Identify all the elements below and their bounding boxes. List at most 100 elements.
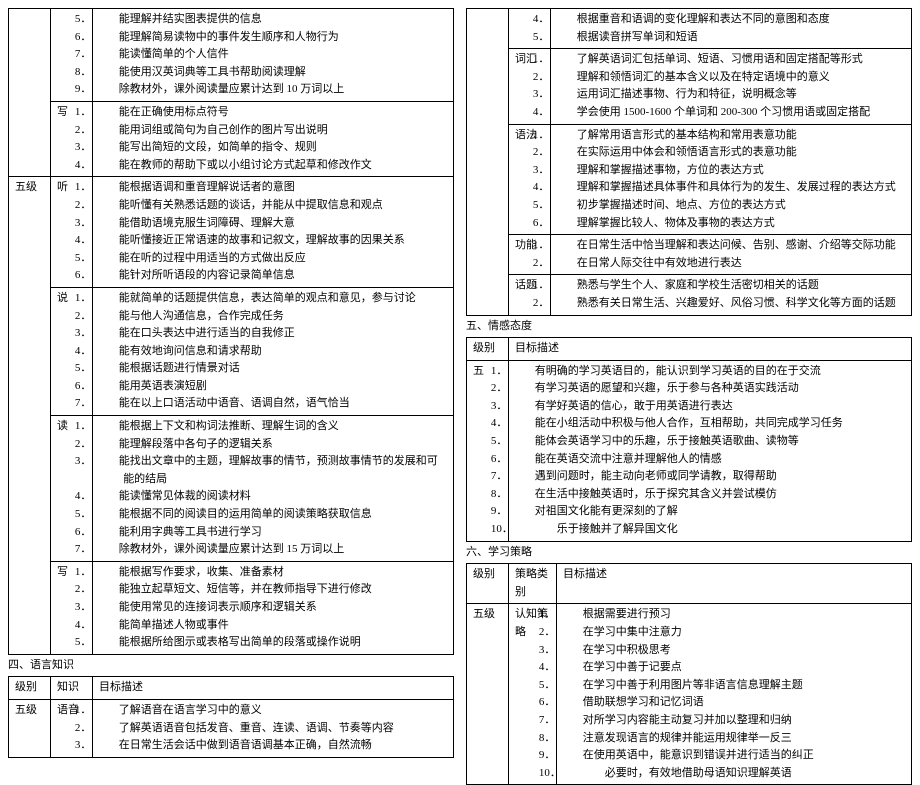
list-item: 5．能根据不同的阅读目的运用简单的阅读策略获取信息 — [99, 506, 447, 524]
desc-cell: 5．能理解并结实图表提供的信息6．能理解简易读物中的事件发生顺序和人物行为7．能… — [93, 9, 454, 102]
list-item: 2．在学习中集中注意力 — [563, 624, 905, 642]
list-item: 1．能就简单的话题提供信息，表达简单的观点和意见，参与讨论 — [99, 290, 447, 308]
list-item: 6．能在英语交流中注意并理解他人的情感 — [515, 451, 905, 469]
list-item: 3．能在口头表达中进行适当的自我修正 — [99, 325, 447, 343]
list-item: 1．了解英语词汇包括单词、短语、习惯用语和固定搭配等形式 — [557, 51, 905, 69]
list-item: 1．能根据写作要求，收集、准备素材 — [99, 564, 447, 582]
right-top-table: 4．根据重音和语调的变化理解和表达不同的意图和态度5．根据读音拼写单词和短语 词… — [466, 8, 912, 316]
desc-cell: 1．能在正确使用标点符号2．能用词组或简句为自己创作的图片写出说明3．能写出简短… — [93, 101, 454, 176]
list-item: 2．能独立起草短文、短信等，并在教师指导下进行修改 — [99, 581, 447, 599]
level-five: 五级 — [9, 177, 51, 654]
list-item: 3．能找出文章中的主题，理解故事的情节，预测故事情节的发展和可能的结局 — [99, 453, 447, 488]
list-item: 9．对祖国文化能有更深刻的了解 — [515, 503, 905, 521]
list-item: 1．了解常用语言形式的基本结构和常用表意功能 — [557, 127, 905, 145]
list-item: 8．能使用汉英词典等工具书帮助阅读理解 — [99, 64, 447, 82]
list-item: 6．借助联想学习和记忆词语 — [563, 694, 905, 712]
list-item: 7．除教材外，课外阅读量应累计达到 15 万词以上 — [99, 541, 447, 559]
list-item: 7．能在以上口语活动中语音、语调自然，语气恰当 — [99, 395, 447, 413]
list-item: 10． 乐于接触并了解异国文化 — [515, 521, 905, 539]
header-desc: 目标描述 — [93, 677, 454, 700]
desc-cell: 4．根据重音和语调的变化理解和表达不同的意图和态度5．根据读音拼写单词和短语 — [551, 9, 912, 49]
s6-h2: 目标描述 — [557, 564, 912, 604]
list-item: 8．在生活中接触英语时，乐于探究其含义并尝试模仿 — [515, 486, 905, 504]
list-item: 3．运用词汇描述事物、行为和特征，说明概念等 — [557, 86, 905, 104]
list-item: 6．能针对所听语段的内容记录简单信息 — [99, 267, 447, 285]
list-item: 4．在学习中善于记要点 — [563, 659, 905, 677]
list-item: 2．理解和领悟词汇的基本含义以及在特定语境中的意义 — [557, 69, 905, 87]
desc-cell: 1．在日常生活中恰当理解和表达问候、告别、感谢、介绍等交际功能2．在日常人际交往… — [551, 235, 912, 275]
desc-cell: 1．能根据写作要求，收集、准备素材2．能独立起草短文、短信等，并在教师指导下进行… — [93, 561, 454, 654]
desc-cell: 1．能就简单的话题提供信息，表达简单的观点和意见，参与讨论2．能与他人沟通信息，… — [93, 287, 454, 415]
section4-title: 四、语言知识 — [8, 655, 454, 677]
list-item: 6．能利用字典等工具书进行学习 — [99, 524, 447, 542]
list-item: 7．能读懂简单的个人信件 — [99, 46, 447, 64]
desc-cell: 1．熟悉与学生个人、家庭和学校生活密切相关的话题2．熟悉有关日常生活、兴趣爱好、… — [551, 275, 912, 315]
list-item: 2．能用词组或简句为自己创作的图片写出说明 — [99, 122, 447, 140]
list-item: 1．能根据上下文和构词法推断、理解生词的含义 — [99, 418, 447, 436]
s6-level: 五级 — [467, 604, 509, 785]
list-item: 5．根据读音拼写单词和短语 — [557, 29, 905, 47]
level-cell-blank-r — [467, 9, 509, 316]
desc-cell: 1．有明确的学习英语目的，能认识到学习英语的目的在于交流2．有学习英语的愿望和兴… — [509, 360, 912, 541]
list-item: 7．遇到问题时，能主动向老师或同学请教，取得帮助 — [515, 468, 905, 486]
list-item: 4．根据重音和语调的变化理解和表达不同的意图和态度 — [557, 11, 905, 29]
list-item: 2．在实际运用中体会和领悟语言形式的表意功能 — [557, 144, 905, 162]
list-item: 1．能根据语调和重音理解说话者的意图 — [99, 179, 447, 197]
list-item: 2．能听懂有关熟悉话题的谈话，并能从中提取信息和观点 — [99, 197, 447, 215]
list-item: 4．理解和掌握描述具体事件和具体行为的发生、发展过程的表达方式 — [557, 179, 905, 197]
section4-table: 级别 知识 目标描述 五级 语音 1．了解语音在语言学习中的意义2．了解英语语音… — [8, 676, 454, 757]
list-item: 5．能体会英语学习中的乐趣，乐于接触英语歌曲、读物等 — [515, 433, 905, 451]
list-item: 2．在日常人际交往中有效地进行表达 — [557, 255, 905, 273]
list-item: 5．初步掌握描述时间、地点、方位的表达方式 — [557, 197, 905, 215]
level-cell-blank — [9, 9, 51, 177]
list-item: 6．能用英语表演短剧 — [99, 378, 447, 396]
list-item: 2．了解英语语音包括发音、重音、连读、语调、节奏等内容 — [99, 720, 447, 738]
list-item: 3．有学好英语的信心，敢于用英语进行表达 — [515, 398, 905, 416]
list-item: 1．能在正确使用标点符号 — [99, 104, 447, 122]
desc-cell: 1．了解常用语言形式的基本结构和常用表意功能2．在实际运用中体会和领悟语言形式的… — [551, 124, 912, 235]
list-item: 6．能理解简易读物中的事件发生顺序和人物行为 — [99, 29, 447, 47]
s5-h0: 级别 — [467, 338, 509, 361]
list-item: 4．能有效地询问信息和请求帮助 — [99, 343, 447, 361]
list-item: 10． 必要时，有效地借助母语知识理解英语 — [563, 765, 905, 783]
left-main-table: 5．能理解并结实图表提供的信息6．能理解简易读物中的事件发生顺序和人物行为7．能… — [8, 8, 454, 655]
list-item: 6．理解掌握比较人、物体及事物的表达方式 — [557, 215, 905, 233]
section5-table: 级别 目标描述 五 1．有明确的学习英语目的，能认识到学习英语的目的在于交流2．… — [466, 337, 912, 542]
s6-h0: 级别 — [467, 564, 509, 604]
list-item: 3．能使用常见的连接词表示顺序和逻辑关系 — [99, 599, 447, 617]
list-item: 4．能读懂常见体裁的阅读材料 — [99, 488, 447, 506]
header-knowledge: 知识 — [51, 677, 93, 700]
list-item: 4．能在小组活动中积极与他人合作，互相帮助，共同完成学习任务 — [515, 415, 905, 433]
list-item: 1．有明确的学习英语目的，能认识到学习英语的目的在于交流 — [515, 363, 905, 381]
section6-title: 六、学习策略 — [466, 542, 912, 564]
list-item: 1．熟悉与学生个人、家庭和学校生活密切相关的话题 — [557, 277, 905, 295]
list-item: 3．能借助语境克服生词障碍、理解大意 — [99, 215, 447, 233]
list-item: 1．在日常生活中恰当理解和表达问候、告别、感谢、介绍等交际功能 — [557, 237, 905, 255]
s6-h1: 策略类别 — [509, 564, 557, 604]
section5-title: 五、情感态度 — [466, 316, 912, 338]
list-item: 4．能听懂接近正常语速的故事和记叙文，理解故事的因果关系 — [99, 232, 447, 250]
list-item: 9．在使用英语中，能意识到错误并进行适当的纠正 — [563, 747, 905, 765]
list-item: 3．在日常生活会话中做到语音语调基本正确，自然流畅 — [99, 737, 447, 755]
desc-cell: 1．了解英语词汇包括单词、短语、习惯用语和固定搭配等形式2．理解和领悟词汇的基本… — [551, 49, 912, 124]
list-item: 3．能写出简短的文段，如简单的指令、规则 — [99, 139, 447, 157]
desc-cell: 1．根据需要进行预习2．在学习中集中注意力3．在学习中积极思考4．在学习中善于记… — [557, 604, 912, 785]
list-item: 4．能在教师的帮助下或以小组讨论方式起草和修改作文 — [99, 157, 447, 175]
list-item: 2．能理解段落中各句子的逻辑关系 — [99, 436, 447, 454]
desc-cell: 1．能根据语调和重音理解说话者的意图2．能听懂有关熟悉话题的谈话，并能从中提取信… — [93, 177, 454, 288]
list-item: 8．注意发现语言的规律并能运用规律举一反三 — [563, 730, 905, 748]
list-item: 7．对所学习内容能主动复习并加以整理和归纳 — [563, 712, 905, 730]
list-item: 4．能简单描述人物或事件 — [99, 617, 447, 635]
s5-h1: 目标描述 — [509, 338, 912, 361]
list-item: 5．能在听的过程中用适当的方式做出反应 — [99, 250, 447, 268]
header-level: 级别 — [9, 677, 51, 700]
desc-cell: 1．能根据上下文和构词法推断、理解生词的含义2．能理解段落中各句子的逻辑关系3．… — [93, 416, 454, 562]
list-item: 4．学会使用 1500-1600 个单词和 200-300 个习惯用语或固定搭配 — [557, 104, 905, 122]
list-item: 9．除教材外，课外阅读量应累计达到 10 万词以上 — [99, 81, 447, 99]
s4-level: 五级 — [9, 699, 51, 757]
list-item: 2．能与他人沟通信息，合作完成任务 — [99, 308, 447, 326]
section6-table: 级别 策略类别 目标描述 五级 认知策略 1．根据需要进行预习2．在学习中集中注… — [466, 563, 912, 785]
list-item: 2．熟悉有关日常生活、兴趣爱好、风俗习惯、科学文化等方面的话题 — [557, 295, 905, 313]
list-item: 3．理解和掌握描述事物，方位的表达方式 — [557, 162, 905, 180]
list-item: 2．有学习英语的愿望和兴趣，乐于参与各种英语实践活动 — [515, 380, 905, 398]
